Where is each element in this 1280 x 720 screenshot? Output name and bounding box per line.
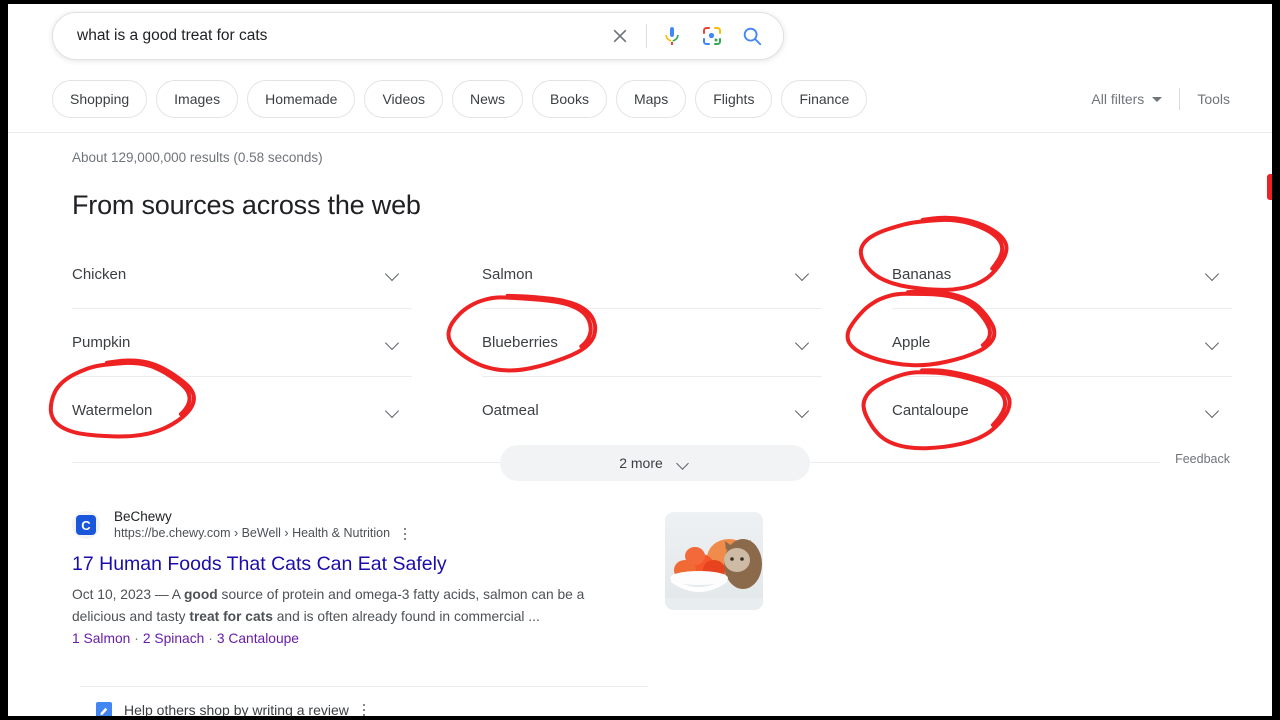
source-item-blueberries[interactable]: Blueberries [482,308,822,376]
source-item-label: Salmon [482,265,533,283]
search-icon[interactable] [735,19,769,53]
sitelink-separator: · [208,630,213,646]
result-header: C BeChewy https://be.chewy.com › BeWell … [72,509,652,542]
breadcrumb: https://be.chewy.com › BeWell › Health &… [114,526,391,541]
source-item-label: Cantaloupe [892,402,969,419]
source-item-apple[interactable]: Apple [892,308,1232,376]
column-gap [412,240,482,444]
source-item-label: Apple [892,334,931,351]
source-item-label: Watermelon [72,402,153,419]
sources-grid: Chicken Pumpkin Watermelon Salmon Blueberri… [72,240,1232,442]
filter-chip-books[interactable]: Books [532,80,607,118]
site-name: BeChewy [114,509,172,524]
filter-chip-finance[interactable]: Finance [781,80,868,118]
chevron-down-icon[interactable] [794,265,812,283]
source-item-label: Blueberries [482,334,558,351]
write-review-label: Help others shop by writing a review [124,702,349,716]
sources-column: Bananas Apple Cantaloupe [892,240,1232,444]
all-filters-button[interactable]: All filters [1091,91,1163,107]
filters-divider [1179,88,1181,110]
source-item-bananas[interactable]: Bananas [892,240,1232,308]
chevron-down-icon[interactable] [1204,402,1222,420]
close-icon[interactable] [602,18,638,54]
snippet-highlight: treat for cats [189,609,273,625]
site-url-row: https://be.chewy.com › BeWell › Health &… [114,526,412,542]
sources-column: Chicken Pumpkin Watermelon [72,240,412,444]
show-more-button[interactable]: 2 more [500,445,810,481]
chevron-down-icon[interactable] [384,402,402,420]
filter-chip-videos[interactable]: Videos [364,80,444,118]
favicon-letter: C [76,515,96,536]
all-filters-label: All filters [1091,91,1145,107]
result-stats: About 129,000,000 results (0.58 seconds) [72,150,323,165]
search-bar[interactable] [52,12,784,60]
sitelink[interactable]: 3 Cantaloupe [217,631,299,646]
source-item-pumpkin[interactable]: Pumpkin [72,308,412,376]
chevron-down-icon [1152,96,1163,102]
chevron-down-icon[interactable] [384,265,402,283]
source-item-salmon[interactable]: Salmon [482,240,822,308]
favicon: C [72,511,100,540]
search-input[interactable] [53,13,602,59]
result-snippet: Oct 10, 2023 — A good source of protein … [72,584,617,628]
chevron-down-icon[interactable] [384,334,402,352]
result-title-link[interactable]: 17 Human Foods That Cats Can Eat Safely [72,552,652,577]
sitelink-separator: · [134,630,139,646]
filter-chip-news[interactable]: News [452,80,524,118]
source-item-label: Bananas [892,265,952,283]
chevron-down-icon[interactable] [794,402,812,420]
show-more-label: 2 more [619,455,663,471]
snippet-date: Oct 10, 2023 [72,587,152,603]
result-thumbnail[interactable] [665,512,763,610]
write-review-prompt[interactable]: Help others shop by writing a review [96,702,371,716]
more-options-icon[interactable] [398,526,412,542]
microphone-icon[interactable] [655,19,689,53]
filter-chip-shopping[interactable]: Shopping [52,80,148,118]
sitelink[interactable]: 1 Salmon [72,631,130,646]
filter-chips-row: Shopping Images Homemade Videos News Books Map… [52,78,1232,120]
more-options-icon[interactable] [357,702,371,716]
result-site-info: BeChewy https://be.chewy.com › BeWell › … [114,509,412,542]
search-divider [646,24,647,48]
filters-controls: All filters Tools [1091,78,1230,120]
source-item-label: Chicken [72,265,127,283]
source-item-chicken[interactable]: Chicken [72,240,412,308]
search-result: C BeChewy https://be.chewy.com › BeWell … [72,509,652,646]
chevron-down-icon[interactable] [794,334,812,352]
source-item-label: Oatmeal [482,402,539,419]
tools-button[interactable]: Tools [1197,91,1230,107]
column-gap [822,240,892,444]
result-divider [80,686,648,687]
chevron-down-icon[interactable] [1204,334,1222,352]
snippet-text: — A [151,587,184,603]
snippet-text: and is often already found in commercial… [272,609,540,625]
page-title: From sources across the web [72,190,421,220]
filter-chip-flights[interactable]: Flights [695,80,773,118]
snippet-highlight: good [184,587,218,603]
chevron-down-icon[interactable] [1204,265,1222,283]
filter-chip-maps[interactable]: Maps [615,80,687,118]
google-lens-icon[interactable] [695,19,729,53]
header-divider [8,132,1272,133]
edit-review-icon [96,702,112,716]
source-item-oatmeal[interactable]: Oatmeal [482,376,822,444]
chevron-down-icon [675,455,691,471]
google-search-results-page: ShoppingImagesHomemadeVideosNewsBooksMap… [8,4,1272,716]
result-sitelinks: 1 Salmon · 2 Spinach · 3 Cantaloupe [72,631,652,646]
filter-chip-images[interactable]: Images [156,80,239,118]
feedback-link[interactable]: Feedback [1175,452,1230,466]
sitelink[interactable]: 2 Spinach [143,631,204,646]
source-item-watermelon[interactable]: Watermelon [72,376,412,444]
edge-annotation-mark [1267,174,1272,200]
source-item-label: Pumpkin [72,334,131,351]
sources-column: Salmon Blueberries Oatmeal [482,240,822,444]
filter-chip-homemade[interactable]: Homemade [247,80,356,118]
source-item-cantaloupe[interactable]: Cantaloupe [892,376,1232,444]
